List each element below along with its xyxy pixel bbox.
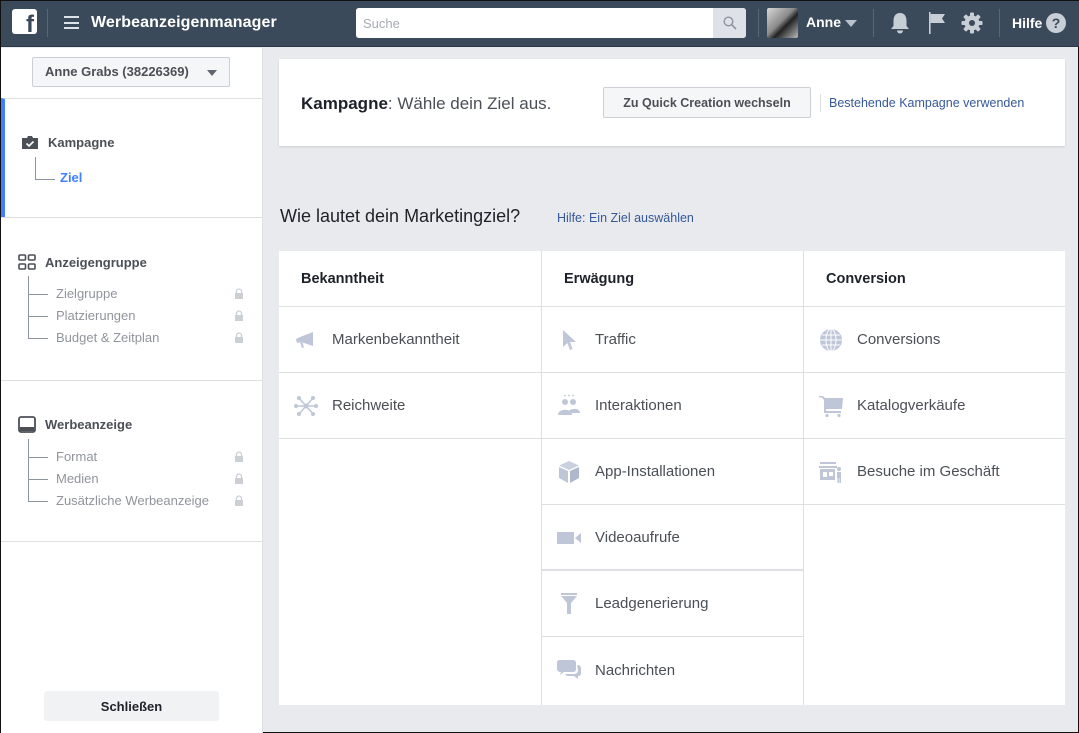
- user-name[interactable]: Anne: [806, 14, 841, 30]
- sidebar-section-anzeigengruppe: Anzeigengruppe Zielgruppe Platzierungen …: [1, 217, 263, 381]
- column-bekanntheit: Bekanntheit Markenbekanntheit Reichweite: [279, 251, 541, 705]
- account-name: Anne Grabs (38226369): [45, 64, 189, 79]
- sidebar-item-medien[interactable]: Medien: [56, 471, 99, 486]
- sidebar-item-format[interactable]: Format: [56, 449, 97, 464]
- bell-icon: [891, 13, 909, 34]
- objectives-grid: Bekanntheit Markenbekanntheit Reichweite…: [279, 251, 1065, 705]
- user-avatar[interactable]: [767, 8, 798, 38]
- close-button[interactable]: Schließen: [44, 691, 219, 721]
- store-visit-icon: [819, 462, 841, 483]
- gear-icon: [961, 12, 983, 34]
- tree-branch: [28, 479, 48, 480]
- tree-branch: [28, 338, 48, 339]
- sidebar-item-zielgruppe[interactable]: Zielgruppe: [56, 286, 117, 301]
- tree-line: [28, 439, 29, 502]
- objective-nachrichten[interactable]: Nachrichten: [542, 637, 803, 703]
- existing-campaign-link[interactable]: Bestehende Kampagne verwenden: [829, 96, 1024, 110]
- flag-button[interactable]: [926, 11, 950, 35]
- objective-interaktionen[interactable]: Interaktionen: [542, 373, 803, 439]
- divider: [820, 94, 821, 112]
- lock-icon: [235, 310, 243, 321]
- help-question-icon[interactable]: ?: [1046, 13, 1066, 33]
- lock-icon: [235, 288, 243, 299]
- search-input[interactable]: [356, 8, 714, 38]
- objective-reichweite[interactable]: Reichweite: [279, 373, 541, 439]
- chevron-down-icon[interactable]: [845, 20, 857, 27]
- tree-branch: [28, 294, 48, 295]
- divider: [758, 9, 759, 37]
- divider: [1, 541, 263, 542]
- objective-katalogverkaeufe[interactable]: Katalogverkäufe: [804, 373, 1065, 439]
- sidebar-heading-kampagne[interactable]: Kampagne: [21, 135, 114, 150]
- objective-app-installationen[interactable]: App-Installationen: [542, 439, 803, 505]
- funnel-icon: [561, 593, 577, 614]
- cursor-icon: [563, 330, 576, 350]
- sidebar-heading-werbeanzeige[interactable]: Werbeanzeige: [18, 416, 132, 433]
- help-link[interactable]: Hilfe: [1012, 15, 1042, 31]
- top-navigation-bar: f Werbeanzeigenmanager Anne Hilfe ?: [1, 1, 1079, 47]
- sidebar-section-kampagne: Kampagne Ziel: [1, 98, 263, 218]
- campaign-header-card: Kampagne: Wähle dein Ziel aus. Zu Quick …: [279, 59, 1065, 146]
- ad-monitor-icon: [18, 416, 36, 433]
- tree-branch: [35, 179, 55, 180]
- divider: [873, 9, 874, 37]
- column-heading: Bekanntheit: [279, 251, 541, 307]
- lock-icon: [235, 495, 243, 506]
- network-reach-icon: [294, 396, 318, 416]
- hamburger-menu-icon[interactable]: [64, 16, 79, 29]
- page-title: Kampagne: Wähle dein Ziel aus.: [301, 94, 552, 113]
- objective-traffic[interactable]: Traffic: [542, 307, 803, 373]
- sidebar-section-werbeanzeige: Werbeanzeige Format Medien Zusätzliche W…: [1, 380, 263, 542]
- tree-line: [28, 276, 29, 339]
- sidebar-heading-anzeigengruppe[interactable]: Anzeigengruppe: [18, 254, 147, 270]
- video-camera-icon: [557, 532, 581, 544]
- facebook-logo-icon[interactable]: f: [12, 9, 37, 34]
- people-icon: [558, 394, 580, 415]
- account-selector[interactable]: Anne Grabs (38226369): [32, 57, 230, 87]
- marketing-objective-question: Wie lautet dein Marketingziel?: [280, 206, 521, 226]
- quick-creation-button[interactable]: Zu Quick Creation wechseln: [603, 87, 811, 118]
- chat-bubbles-icon: [557, 660, 581, 679]
- sidebar-item-budget-zeitplan[interactable]: Budget & Zeitplan: [56, 330, 159, 345]
- lock-icon: [235, 451, 243, 462]
- lock-icon: [235, 473, 243, 484]
- tree-branch: [28, 501, 48, 502]
- globe-icon: [820, 328, 842, 352]
- briefcase-check-icon: [22, 136, 38, 149]
- objective-leadgenerierung[interactable]: Leadgenerierung: [542, 571, 803, 637]
- sidebar-item-ziel[interactable]: Ziel: [60, 170, 82, 185]
- column-heading: Conversion: [804, 251, 1065, 307]
- search-icon: [722, 16, 737, 30]
- objective-besuche-im-geschaeft[interactable]: Besuche im Geschäft: [804, 439, 1065, 505]
- objective-videoaufrufe[interactable]: Videoaufrufe: [542, 505, 803, 571]
- shopping-cart-icon: [819, 396, 843, 418]
- sidebar-item-platzierungen[interactable]: Platzierungen: [56, 308, 136, 323]
- settings-button[interactable]: [960, 11, 984, 35]
- column-erwaegung: Erwägung Traffic Interaktionen App-Insta…: [541, 251, 803, 705]
- search-button[interactable]: [713, 8, 746, 38]
- lock-icon: [235, 332, 243, 343]
- column-conversion: Conversion Conversions Katalogverkäufe B…: [803, 251, 1065, 705]
- tree-branch: [28, 316, 48, 317]
- sidebar: Anne Grabs (38226369) Kampagne Ziel Anze…: [1, 48, 263, 733]
- sidebar-item-zusaetzliche-werbeanzeige[interactable]: Zusätzliche Werbeanzeige: [56, 493, 209, 508]
- grid-icon: [18, 254, 36, 270]
- tree-branch: [28, 457, 48, 458]
- box-icon: [559, 461, 579, 483]
- search-box: [356, 8, 746, 38]
- objective-conversions[interactable]: Conversions: [804, 307, 1065, 373]
- notifications-button[interactable]: [889, 11, 913, 35]
- divider: [999, 9, 1000, 37]
- chevron-down-icon: [207, 70, 217, 76]
- app-title: Werbeanzeigenmanager: [91, 14, 277, 31]
- objective-markenbekanntheit[interactable]: Markenbekanntheit: [279, 307, 541, 373]
- column-heading: Erwägung: [542, 251, 803, 307]
- help-choose-objective-link[interactable]: Hilfe: Ein Ziel auswählen: [557, 211, 694, 225]
- tree-line: [35, 157, 36, 179]
- megaphone-icon: [296, 332, 313, 348]
- flag-icon: [929, 12, 945, 34]
- divider: [47, 9, 48, 37]
